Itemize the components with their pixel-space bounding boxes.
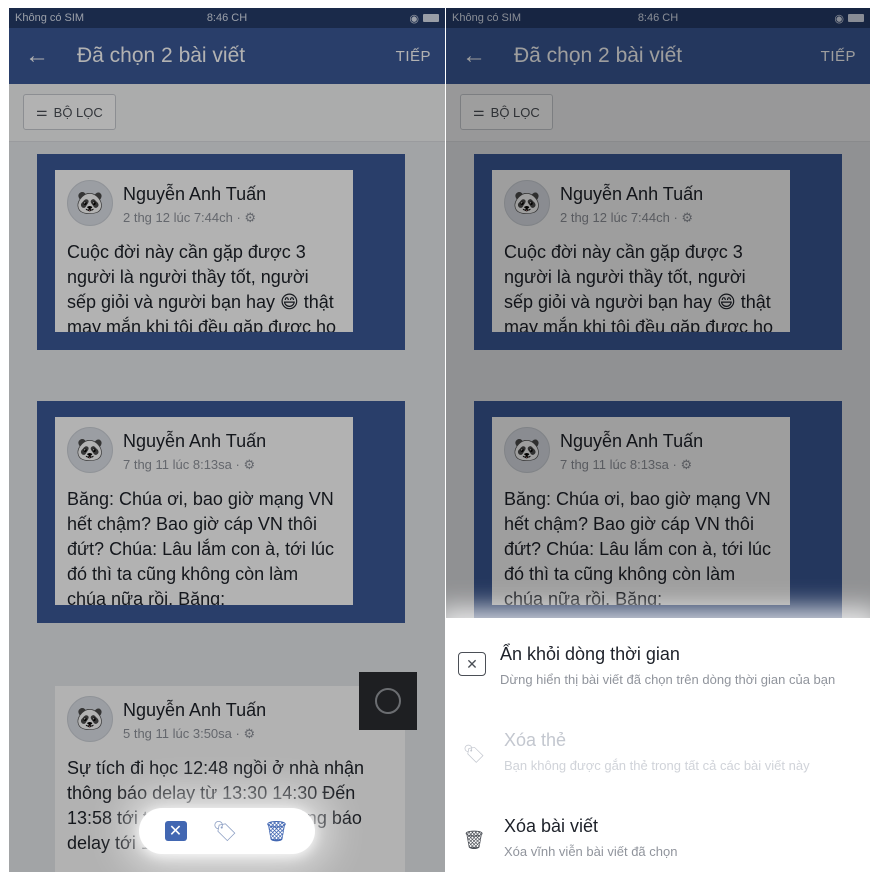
filter-bar: ⚌ BỘ LỌC: [446, 84, 870, 142]
unselected-circle-icon[interactable]: [359, 672, 417, 730]
option-subtitle: Xóa vĩnh viễn bài viết đã chọn: [504, 844, 678, 859]
status-bar: Không có SIM 8:46 CH ◉: [446, 8, 870, 28]
filter-label: BỘ LỌC: [53, 104, 103, 120]
trash-icon: 🗑: [462, 829, 486, 850]
post-body: Băng: Chúa ơi, bao giờ mạng VN hết chậm?…: [504, 489, 771, 605]
filter-label: BỘ LỌC: [490, 104, 540, 120]
post-meta: 7 thg 11 lúc 8:13sa · ⚙: [123, 457, 256, 472]
post-author[interactable]: Nguyễn Anh Tuấn: [123, 431, 266, 452]
option-title: Ẩn khỏi dòng thời gian: [500, 644, 680, 664]
page-title: Đã chọn 2 bài viết: [514, 44, 683, 67]
sliders-icon: ⚌: [473, 104, 485, 119]
option-subtitle: Dừng hiển thị bài viết đã chọn trên dòng…: [500, 672, 836, 687]
post-author[interactable]: Nguyễn Anh Tuấn: [123, 700, 266, 721]
close-box-icon: ✕: [458, 652, 486, 676]
remove-tag-option: 🏷 Xóa thẻ Bạn không được gắn thẻ trong t…: [446, 716, 870, 802]
tag-icon[interactable]: 🏷: [212, 818, 238, 844]
post-card-2[interactable]: ✓ 🐼 Nguyễn Anh Tuấn 7 thg 11 lúc 8:13sa …: [37, 401, 405, 623]
app-bar: ← Đã chọn 2 bài viết TIẾP: [446, 28, 870, 84]
post-meta: 5 thg 11 lúc 3:50sa · ⚙: [123, 726, 256, 741]
action-sheet: ✕ Ẩn khỏi dòng thời gian Dừng hiển thị b…: [446, 618, 870, 872]
hide-from-timeline-option[interactable]: ✕ Ẩn khỏi dòng thời gian Dừng hiển thị b…: [446, 630, 870, 716]
clock-text: 8:46 CH: [637, 12, 679, 24]
sliders-icon: ⚌: [36, 104, 48, 119]
page-title: Đã chọn 2 bài viết: [77, 44, 246, 67]
option-title: Xóa bài viết: [504, 816, 599, 836]
avatar[interactable]: 🐼: [67, 696, 113, 742]
post-body: Cuộc đời này cần gặp được 3 người là ngư…: [504, 242, 773, 332]
avatar[interactable]: 🐼: [67, 427, 113, 473]
filter-button[interactable]: ⚌ BỘ LỌC: [23, 94, 116, 130]
post-meta: 7 thg 11 lúc 8:13sa · ⚙: [560, 457, 693, 472]
delete-post-option[interactable]: 🗑 Xóa bài viết Xóa vĩnh viễn bài viết đã…: [446, 802, 870, 872]
back-arrow-icon[interactable]: ←: [462, 42, 498, 70]
avatar[interactable]: 🐼: [67, 180, 113, 226]
next-button[interactable]: TIẾP: [396, 48, 431, 65]
right-screen: Không có SIM 8:46 CH ◉ ← Đã chọn 2 bài v…: [446, 8, 870, 872]
post-author[interactable]: Nguyễn Anh Tuấn: [560, 184, 703, 205]
trash-icon[interactable]: 🗑: [264, 818, 290, 844]
avatar[interactable]: 🐼: [504, 427, 550, 473]
post-author[interactable]: Nguyễn Anh Tuấn: [560, 431, 703, 452]
post-body: Cuộc đời này cần gặp được 3 người là ngư…: [67, 242, 336, 332]
post-body: Băng: Chúa ơi, bao giờ mạng VN hết chậm?…: [67, 489, 334, 605]
hide-icon[interactable]: ✕: [164, 821, 187, 841]
post-card-2[interactable]: ✓ 🐼 Nguyễn Anh Tuấn 7 thg 11 lúc 8:13sa …: [474, 401, 842, 623]
option-subtitle: Bạn không được gắn thẻ trong tất cả các …: [504, 758, 810, 773]
filter-button[interactable]: ⚌ BỘ LỌC: [460, 94, 553, 130]
clock-text: 8:46 CH: [206, 12, 248, 24]
action-bar: ✕ 🏷 🗑: [139, 808, 315, 854]
app-bar: ← Đã chọn 2 bài viết TIẾP: [9, 28, 445, 84]
next-button[interactable]: TIẾP: [821, 48, 856, 65]
option-title: Xóa thẻ: [504, 730, 567, 750]
back-arrow-icon[interactable]: ←: [25, 42, 61, 70]
left-screen: Không có SIM 8:46 CH ◉ ← Đã chọn 2 bài v…: [9, 8, 445, 872]
post-card-1[interactable]: ✓ 🐼 Nguyễn Anh Tuấn 2 thg 12 lúc 7:44ch …: [37, 154, 405, 350]
post-meta: 2 thg 12 lúc 7:44ch · ⚙: [560, 210, 694, 225]
avatar[interactable]: 🐼: [504, 180, 550, 226]
tag-icon: 🏷: [462, 743, 486, 764]
post-author[interactable]: Nguyễn Anh Tuấn: [123, 184, 266, 205]
post-meta: 2 thg 12 lúc 7:44ch · ⚙: [123, 210, 257, 225]
status-bar: Không có SIM 8:46 CH ◉: [9, 8, 445, 28]
filter-bar: ⚌ BỘ LỌC: [9, 84, 445, 142]
post-card-1[interactable]: ✓ 🐼 Nguyễn Anh Tuấn 2 thg 12 lúc 7:44ch …: [474, 154, 842, 350]
